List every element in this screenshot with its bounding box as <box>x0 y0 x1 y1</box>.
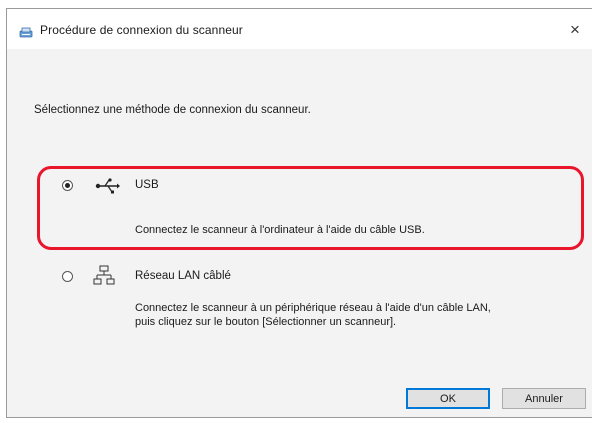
cancel-button[interactable]: Annuler <box>502 388 586 409</box>
usb-radio[interactable] <box>62 180 73 191</box>
ok-button[interactable]: OK <box>406 388 490 409</box>
scanner-app-icon <box>19 27 33 38</box>
usb-description: Connectez le scanneur à l'ordinateur à l… <box>135 224 425 236</box>
dialog-content: Sélectionnez une méthode de connexion du… <box>7 49 592 417</box>
wired-lan-radio[interactable] <box>62 271 73 282</box>
wired-lan-icon <box>93 265 115 285</box>
connection-dialog: Procédure de connexion du scanneur × Sél… <box>6 8 592 418</box>
wired-lan-description-line1: Connectez le scanneur à un périphérique … <box>135 302 491 314</box>
window-title: Procédure de connexion du scanneur <box>40 23 243 37</box>
usb-icon <box>95 178 120 194</box>
close-button[interactable]: × <box>562 17 588 43</box>
title-bar: Procédure de connexion du scanneur × <box>7 9 592 49</box>
wired-lan-label: Réseau LAN câblé <box>135 270 231 282</box>
wired-lan-description-line2: puis cliquez sur le bouton [Sélectionner… <box>135 316 397 328</box>
usb-label: USB <box>135 179 159 191</box>
instruction-text: Sélectionnez une méthode de connexion du… <box>34 104 311 116</box>
